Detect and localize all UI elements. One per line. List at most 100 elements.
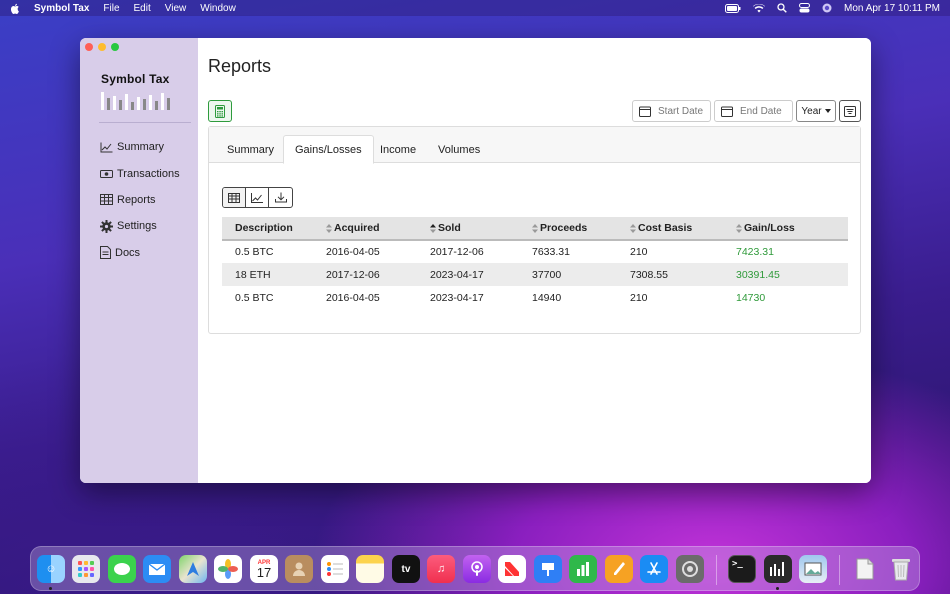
column-header-acquired[interactable]: Acquired: [326, 217, 430, 241]
dock-launchpad-icon[interactable]: [72, 555, 100, 583]
sidebar-item-summary[interactable]: Summary: [100, 134, 180, 160]
tab-income[interactable]: Income: [369, 136, 427, 163]
dock-separator: [839, 555, 840, 585]
column-header-gain-loss[interactable]: Gain/Loss: [736, 217, 848, 241]
filter-button[interactable]: [839, 100, 861, 122]
end-date-field[interactable]: End Date: [714, 100, 793, 122]
calculate-button[interactable]: [208, 100, 232, 122]
cell-gain-loss: 14730: [736, 291, 766, 304]
column-header-sold[interactable]: Sold: [430, 217, 532, 241]
sidebar-nav: Summary Transactions Reports Settings Do…: [100, 134, 180, 266]
menu-clock[interactable]: Mon Apr 17 10:11 PM: [844, 3, 940, 14]
dock-photos-icon[interactable]: [214, 555, 242, 583]
table-header-row: Description Acquired Sold Proceeds Cost …: [222, 217, 848, 241]
cell-acquired: 2016-04-05: [326, 246, 380, 258]
sidebar-item-label: Settings: [117, 220, 157, 233]
sidebar-item-label: Transactions: [117, 167, 180, 180]
menu-view[interactable]: View: [165, 3, 187, 14]
dock-reminders-icon[interactable]: [321, 555, 349, 583]
app-logo: Symbol Tax: [101, 72, 170, 110]
battery-icon[interactable]: [725, 3, 741, 13]
sidebar-item-label: Summary: [117, 141, 165, 154]
sort-ascending-icon: [430, 223, 436, 233]
control-center-icon[interactable]: [799, 3, 811, 13]
dock-messages-icon[interactable]: [108, 555, 136, 583]
cell-cost-basis: 210: [630, 246, 648, 258]
sidebar-item-label: Reports: [117, 193, 156, 206]
zoom-window-button[interactable]: [111, 43, 119, 51]
dock-music-icon[interactable]: ♫: [427, 555, 455, 583]
dock-tv-icon[interactable]: tv: [392, 555, 420, 583]
dock-news-icon[interactable]: [498, 555, 526, 583]
menu-file[interactable]: File: [103, 3, 119, 14]
column-header-label: Proceeds: [540, 222, 588, 234]
sidebar-item-label: Docs: [115, 246, 141, 259]
end-date-placeholder: End Date: [740, 105, 782, 117]
table-row[interactable]: 18 ETH 2017-12-06 2023-04-17 37700 7308.…: [222, 263, 848, 286]
menu-window[interactable]: Window: [200, 3, 236, 14]
download-button[interactable]: [269, 188, 292, 207]
dock-notes-icon[interactable]: [356, 555, 384, 583]
dock-maps-icon[interactable]: [179, 555, 207, 583]
start-date-placeholder: Start Date: [658, 105, 704, 117]
dock-finder-icon[interactable]: ☺: [37, 555, 65, 583]
app-window: Symbol Tax Summary Transactions Reports …: [80, 38, 871, 483]
app-menu-name[interactable]: Symbol Tax: [34, 3, 89, 14]
dock-contacts-icon[interactable]: [285, 555, 313, 583]
wifi-icon[interactable]: [753, 3, 766, 13]
dock-symbol-tax-icon[interactable]: [764, 555, 792, 583]
cell-sold: 2023-04-17: [430, 291, 484, 304]
dock-podcasts-icon[interactable]: [463, 555, 491, 583]
table-view-button[interactable]: [223, 188, 246, 207]
dock-file-icon[interactable]: [851, 555, 879, 583]
siri-icon[interactable]: [822, 3, 832, 13]
cell-proceeds: 37700: [532, 268, 562, 281]
candlestick-logo-icon: [101, 88, 170, 110]
tab-volumes[interactable]: Volumes: [427, 136, 491, 163]
tab-summary[interactable]: Summary: [216, 136, 285, 163]
dock-preview-icon[interactable]: [799, 555, 827, 583]
sidebar-item-reports[interactable]: Reports: [100, 187, 180, 213]
sort-icon: [736, 223, 742, 233]
chart-line-icon: [251, 192, 263, 203]
sidebar-item-transactions[interactable]: Transactions: [100, 160, 180, 186]
dock-calendar-icon[interactable]: APR 17: [250, 555, 278, 583]
download-icon: [274, 192, 287, 203]
column-header-proceeds[interactable]: Proceeds: [532, 217, 630, 241]
close-window-button[interactable]: [85, 43, 93, 51]
table-row[interactable]: 0.5 BTC 2016-04-05 2017-12-06 7633.31 21…: [222, 240, 848, 263]
cell-cost-basis: 210: [630, 291, 648, 304]
minimize-window-button[interactable]: [98, 43, 106, 51]
dock-terminal-icon[interactable]: >_: [728, 555, 756, 583]
chart-view-button[interactable]: [246, 188, 269, 207]
cell-sold: 2023-04-17: [430, 268, 484, 281]
gear-icon: [100, 219, 113, 233]
start-date-field[interactable]: Start Date: [632, 100, 711, 122]
dock-keynote-icon[interactable]: [534, 555, 562, 583]
sort-icon: [532, 223, 538, 233]
menu-edit[interactable]: Edit: [134, 3, 151, 14]
dock-running-indicator: [49, 587, 52, 590]
column-header-description[interactable]: Description: [222, 217, 326, 241]
dock-trash-icon[interactable]: [887, 555, 915, 583]
table-row[interactable]: 0.5 BTC 2016-04-05 2023-04-17 14940 210 …: [222, 286, 848, 309]
caret-down-icon: [824, 109, 831, 113]
dock-numbers-icon[interactable]: [569, 555, 597, 583]
sidebar-item-settings[interactable]: Settings: [100, 213, 180, 239]
spotlight-search-icon[interactable]: [777, 3, 787, 13]
cash-icon: [100, 169, 113, 178]
dock-system-preferences-icon[interactable]: [676, 555, 704, 583]
cell-acquired: 2017-12-06: [326, 268, 380, 281]
dock-pages-icon[interactable]: [605, 555, 633, 583]
tab-gains-losses[interactable]: Gains/Losses: [283, 135, 374, 164]
year-dropdown[interactable]: Year: [796, 100, 836, 122]
sidebar-item-docs[interactable]: Docs: [100, 240, 180, 266]
dock-mail-icon[interactable]: [143, 555, 171, 583]
report-panel: Summary Gains/Losses Income Volumes Desc…: [208, 126, 861, 334]
dock-app-store-icon[interactable]: [640, 555, 668, 583]
cell-proceeds: 14940: [532, 291, 562, 304]
dock: ☺ APR 17 tv ♫ >_: [30, 546, 920, 591]
column-header-cost-basis[interactable]: Cost Basis: [630, 217, 736, 241]
apple-menu-icon[interactable]: [10, 3, 20, 14]
sort-icon: [326, 223, 332, 233]
